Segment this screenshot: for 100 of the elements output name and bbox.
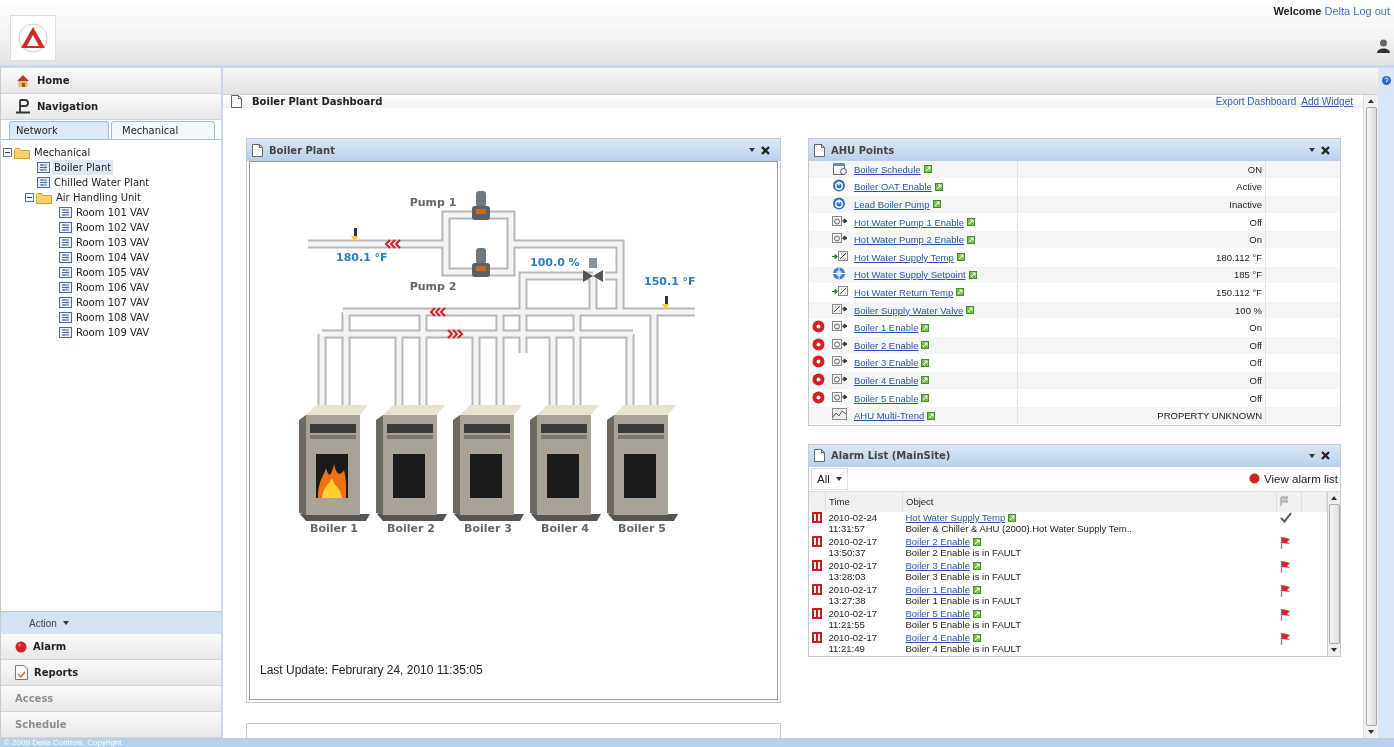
link-icon[interactable] <box>921 323 930 332</box>
sidebar-header[interactable]: Reports <box>1 660 221 686</box>
tree-item[interactable]: Room 104 VAV <box>74 250 152 265</box>
sidebar-header[interactable]: Alarm <box>1 634 221 660</box>
tree-item[interactable]: Room 107 VAV <box>74 295 152 310</box>
alarm-object-link[interactable]: Boiler 1 Enable <box>905 583 970 596</box>
point-link[interactable]: Boiler 3 Enable <box>854 357 919 369</box>
tree-item[interactable]: Boiler Plant <box>52 160 114 175</box>
point-value: 150.112 °F <box>1017 283 1266 302</box>
close-icon[interactable] <box>761 145 770 155</box>
help-icon[interactable] <box>1381 76 1391 85</box>
link-icon[interactable] <box>932 200 941 209</box>
collapse-icon[interactable] <box>3 148 12 157</box>
checkmark-icon[interactable] <box>1279 511 1292 523</box>
alarm-icon <box>812 511 822 523</box>
link-icon[interactable] <box>972 633 981 642</box>
point-link[interactable]: Boiler OAT Enable <box>854 181 932 193</box>
flag-icon[interactable] <box>1279 583 1291 597</box>
point-link[interactable]: Hot Water Supply Temp <box>854 251 954 263</box>
object-icon <box>59 222 72 233</box>
caret-icon[interactable] <box>749 148 755 152</box>
boiler-drawing[interactable] <box>607 405 678 521</box>
tree-item[interactable]: Room 101 VAV <box>74 205 152 220</box>
tree-item[interactable]: Room 109 VAV <box>74 325 152 340</box>
tree-item[interactable]: Mechanical <box>32 145 93 160</box>
boiler-drawing[interactable] <box>530 405 601 521</box>
link-icon[interactable] <box>956 253 965 262</box>
caret-icon[interactable] <box>1309 148 1315 152</box>
alarm-description: Boiler 3 Enable is in FAULT <box>905 571 1022 583</box>
link-icon[interactable] <box>927 411 936 420</box>
caret-icon[interactable] <box>62 621 69 625</box>
report-icon <box>15 665 28 680</box>
link-icon[interactable] <box>921 376 930 385</box>
link-icon[interactable] <box>921 394 930 402</box>
boiler-drawing[interactable] <box>299 405 370 521</box>
logout-link[interactable]: Log out <box>1353 5 1390 17</box>
tree-item[interactable]: Air Handling Unit <box>54 190 144 205</box>
alarm-object-link[interactable]: Boiler 4 Enable <box>905 631 970 644</box>
link-icon[interactable] <box>972 609 981 618</box>
collapse-icon[interactable] <box>25 193 34 202</box>
alarm-object-link[interactable]: Boiler 5 Enable <box>905 607 970 620</box>
sensor-icon <box>351 228 358 242</box>
action-menu[interactable]: Action <box>29 617 57 629</box>
tree-item[interactable]: Room 108 VAV <box>74 310 152 325</box>
link-icon[interactable] <box>972 585 981 594</box>
boiler-label: Boiler 4 <box>541 522 589 535</box>
link-icon[interactable] <box>956 288 965 297</box>
user-icon[interactable] <box>1377 39 1390 53</box>
link-icon[interactable] <box>967 218 975 227</box>
view-alarm-list-link[interactable]: View alarm list <box>1249 472 1338 485</box>
point-link[interactable]: Boiler 1 Enable <box>854 322 919 334</box>
link-icon[interactable] <box>972 537 981 546</box>
link-icon[interactable] <box>972 561 981 570</box>
link-icon[interactable] <box>921 341 930 350</box>
flag-icon[interactable] <box>1279 631 1291 645</box>
link-icon[interactable] <box>967 235 975 244</box>
caret-icon[interactable] <box>835 476 842 481</box>
power-arrow-icon <box>832 390 848 404</box>
column-header[interactable]: Object <box>902 491 1277 512</box>
logo-icon[interactable] <box>10 15 56 61</box>
caret-icon[interactable] <box>1309 453 1315 458</box>
boiler-drawing[interactable] <box>453 405 524 521</box>
flag-icon[interactable] <box>1279 559 1291 573</box>
link-icon[interactable] <box>968 270 977 279</box>
link-icon[interactable] <box>1008 513 1017 522</box>
alarm-description: Boiler & Chiller & AHU (2000).Hot Water Supply Tem.. <box>905 523 1133 535</box>
flag-icon[interactable] <box>1279 607 1291 621</box>
alarm-dot-icon <box>15 640 27 653</box>
tab[interactable]: Mechanical <box>111 121 215 139</box>
tab[interactable]: Network <box>9 121 109 139</box>
user-link[interactable]: Delta <box>1324 5 1351 17</box>
alarm-object-link[interactable]: Boiler 3 Enable <box>905 559 970 572</box>
close-icon[interactable] <box>1321 145 1330 155</box>
boiler-drawing[interactable] <box>376 405 447 521</box>
link-icon[interactable] <box>921 358 930 367</box>
link-icon[interactable] <box>934 182 943 191</box>
tree-item[interactable]: Room 106 VAV <box>74 280 152 295</box>
filter-dropdown[interactable]: All <box>811 467 848 490</box>
alarm-time: 13:28:03 <box>828 571 867 583</box>
point-link[interactable]: Hot Water Return Temp <box>854 286 954 298</box>
tree-item[interactable]: Room 105 VAV <box>74 265 152 280</box>
scrollbar[interactable] <box>1363 95 1378 738</box>
toolbar-link[interactable]: Export Dashboard <box>1215 96 1297 107</box>
point-link[interactable]: Hot Water Pump 1 Enable <box>854 216 964 228</box>
close-icon[interactable] <box>1321 451 1330 461</box>
tree-item[interactable]: Chilled Water Plant <box>52 175 152 190</box>
link-icon[interactable] <box>923 165 932 174</box>
scrollbar[interactable] <box>1327 491 1340 656</box>
alarm-object-link[interactable]: Hot Water Supply Temp <box>905 511 1006 524</box>
sidebar-header[interactable]: Navigation <box>1 94 221 120</box>
point-link[interactable]: Boiler 5 Enable <box>854 392 919 404</box>
tree-item[interactable]: Room 102 VAV <box>74 220 152 235</box>
alarm-object-link[interactable]: Boiler 2 Enable <box>905 535 970 548</box>
power-arrow-icon <box>832 214 848 228</box>
pump-label: Pump 1 <box>409 196 457 209</box>
tree-item[interactable]: Room 103 VAV <box>74 235 152 250</box>
link-icon[interactable] <box>966 306 975 315</box>
sidebar-header[interactable]: Home <box>1 68 221 94</box>
flag-icon[interactable] <box>1279 535 1291 549</box>
toolbar-link[interactable]: Add Widget <box>1301 96 1353 107</box>
